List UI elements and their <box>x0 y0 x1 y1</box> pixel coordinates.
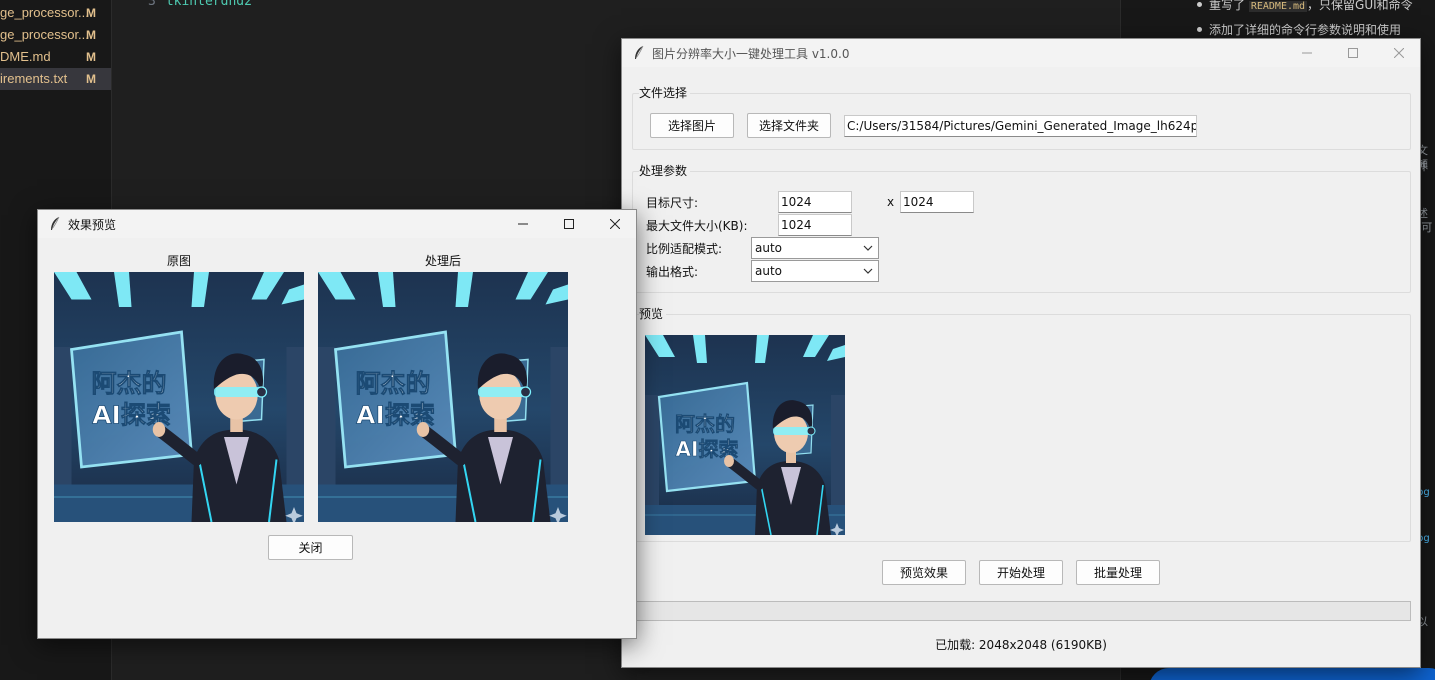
minimize-icon <box>1302 52 1312 54</box>
main-titlebar[interactable]: 图片分辨率大小一键处理工具 v1.0.0 <box>622 39 1420 67</box>
code-text: tkinterdnd2 <box>165 0 252 9</box>
git-status-badge: M <box>86 72 96 86</box>
params-section-label: 处理参数 <box>639 162 691 179</box>
processed-image: 阿杰的 AI探索 <box>318 272 568 522</box>
progress-bar <box>632 601 1411 621</box>
anime-artwork: 阿杰的 AI探索 <box>318 272 568 522</box>
status-text: 已加载: 2048x2048 (6190KB) <box>935 638 1107 652</box>
git-status-badge: M <box>86 28 96 42</box>
feather-icon <box>635 45 644 59</box>
preview-image: 阿杰的 AI探索 <box>645 335 845 535</box>
artwork-text-line1: 阿杰的 <box>91 369 166 398</box>
preview-titlebar[interactable]: 效果预览 <box>38 210 636 238</box>
chat-line-1: 重写了 README.md ，只保留GUI和命令 <box>1209 0 1413 13</box>
bullet-icon <box>1197 2 1202 7</box>
select-image-button[interactable]: 选择图片 <box>650 113 734 138</box>
close-icon <box>610 219 620 229</box>
chat-text: ，只保留GUI和命令 <box>1307 0 1413 12</box>
height-input[interactable]: 1024 <box>900 191 974 213</box>
output-format-select[interactable]: auto <box>751 260 879 282</box>
line-number: 3 <box>148 0 156 9</box>
chat-line-2: 添加了详细的命令行参数说明和使用 <box>1209 23 1402 37</box>
explorer-file-4[interactable]: irements.txt M <box>0 68 111 90</box>
artwork-text-line1: 阿杰的 <box>675 412 735 436</box>
code-line: 3 tkinterdnd2 <box>148 0 252 9</box>
explorer-file-2[interactable]: ge_processor... M <box>0 24 111 46</box>
ratio-mode-select[interactable]: auto <box>751 237 879 259</box>
bullet-icon <box>1197 27 1202 32</box>
preview-section-label: 预览 <box>639 305 667 322</box>
minimize-button[interactable] <box>500 210 546 238</box>
start-process-button[interactable]: 开始处理 <box>979 560 1063 585</box>
artwork-text-line1: 阿杰的 <box>355 369 430 398</box>
original-label: 原图 <box>166 254 191 268</box>
max-size-input[interactable]: 1024 <box>778 214 852 236</box>
select-folder-button[interactable]: 选择文件夹 <box>747 113 831 138</box>
close-button[interactable] <box>592 210 638 238</box>
close-preview-button[interactable]: 关闭 <box>268 535 353 560</box>
size-separator: x <box>887 195 895 209</box>
maximize-button[interactable] <box>546 210 592 238</box>
original-image: 阿杰的 AI探索 <box>54 272 304 522</box>
chat-input-bar[interactable] <box>1149 668 1435 680</box>
window-title: 效果预览 <box>68 218 117 232</box>
chevron-down-icon <box>863 245 873 251</box>
preview-effect-button[interactable]: 预览效果 <box>882 560 966 585</box>
output-format-label: 输出格式: <box>646 265 699 279</box>
max-size-label: 最大文件大小(KB): <box>646 219 748 233</box>
minimize-icon <box>518 223 528 225</box>
file-path-input[interactable]: C:/Users/31584/Pictures/Gemini_Generated… <box>844 115 1197 137</box>
chevron-down-icon <box>863 268 873 274</box>
params-section <box>632 171 1411 293</box>
batch-process-button[interactable]: 批量处理 <box>1076 560 1160 585</box>
file-section-label: 文件选择 <box>639 84 691 101</box>
file-name: irements.txt <box>0 71 68 86</box>
explorer-file-1[interactable]: ge_processor... M <box>0 2 111 24</box>
anime-artwork: 阿杰的 AI探索 <box>54 272 304 522</box>
minimize-button[interactable] <box>1284 39 1330 67</box>
output-format-value: auto <box>755 264 783 278</box>
maximize-button[interactable] <box>1330 39 1376 67</box>
explorer-file-3[interactable]: DME.md M <box>0 46 111 68</box>
main-window: 图片分辨率大小一键处理工具 v1.0.0 文件选择 选择图片 选择文件夹 C:/… <box>621 38 1421 668</box>
ratio-mode-label: 比例适配模式: <box>646 242 723 256</box>
file-name: DME.md <box>0 49 51 64</box>
close-icon <box>1394 48 1404 58</box>
maximize-icon <box>1348 48 1358 58</box>
processed-label: 处理后 <box>424 254 461 268</box>
window-title: 图片分辨率大小一键处理工具 v1.0.0 <box>652 47 850 61</box>
target-size-label: 目标尺寸: <box>646 196 699 210</box>
preview-window: 效果预览 原图 处理后 阿杰的 AI探索 阿杰的 AI探索 关闭 <box>37 209 637 639</box>
chat-code: README.md <box>1248 1 1308 12</box>
width-input[interactable]: 1024 <box>778 191 852 213</box>
chat-text: 重写了 <box>1209 0 1246 12</box>
file-name: ge_processor... <box>0 5 89 20</box>
maximize-icon <box>564 219 574 229</box>
close-button[interactable] <box>1376 39 1422 67</box>
git-status-badge: M <box>86 6 96 20</box>
feather-icon <box>51 216 60 230</box>
file-name: ge_processor... <box>0 27 89 42</box>
anime-artwork: 阿杰的 AI探索 <box>645 335 845 535</box>
ratio-mode-value: auto <box>755 241 783 255</box>
git-status-badge: M <box>86 50 96 64</box>
